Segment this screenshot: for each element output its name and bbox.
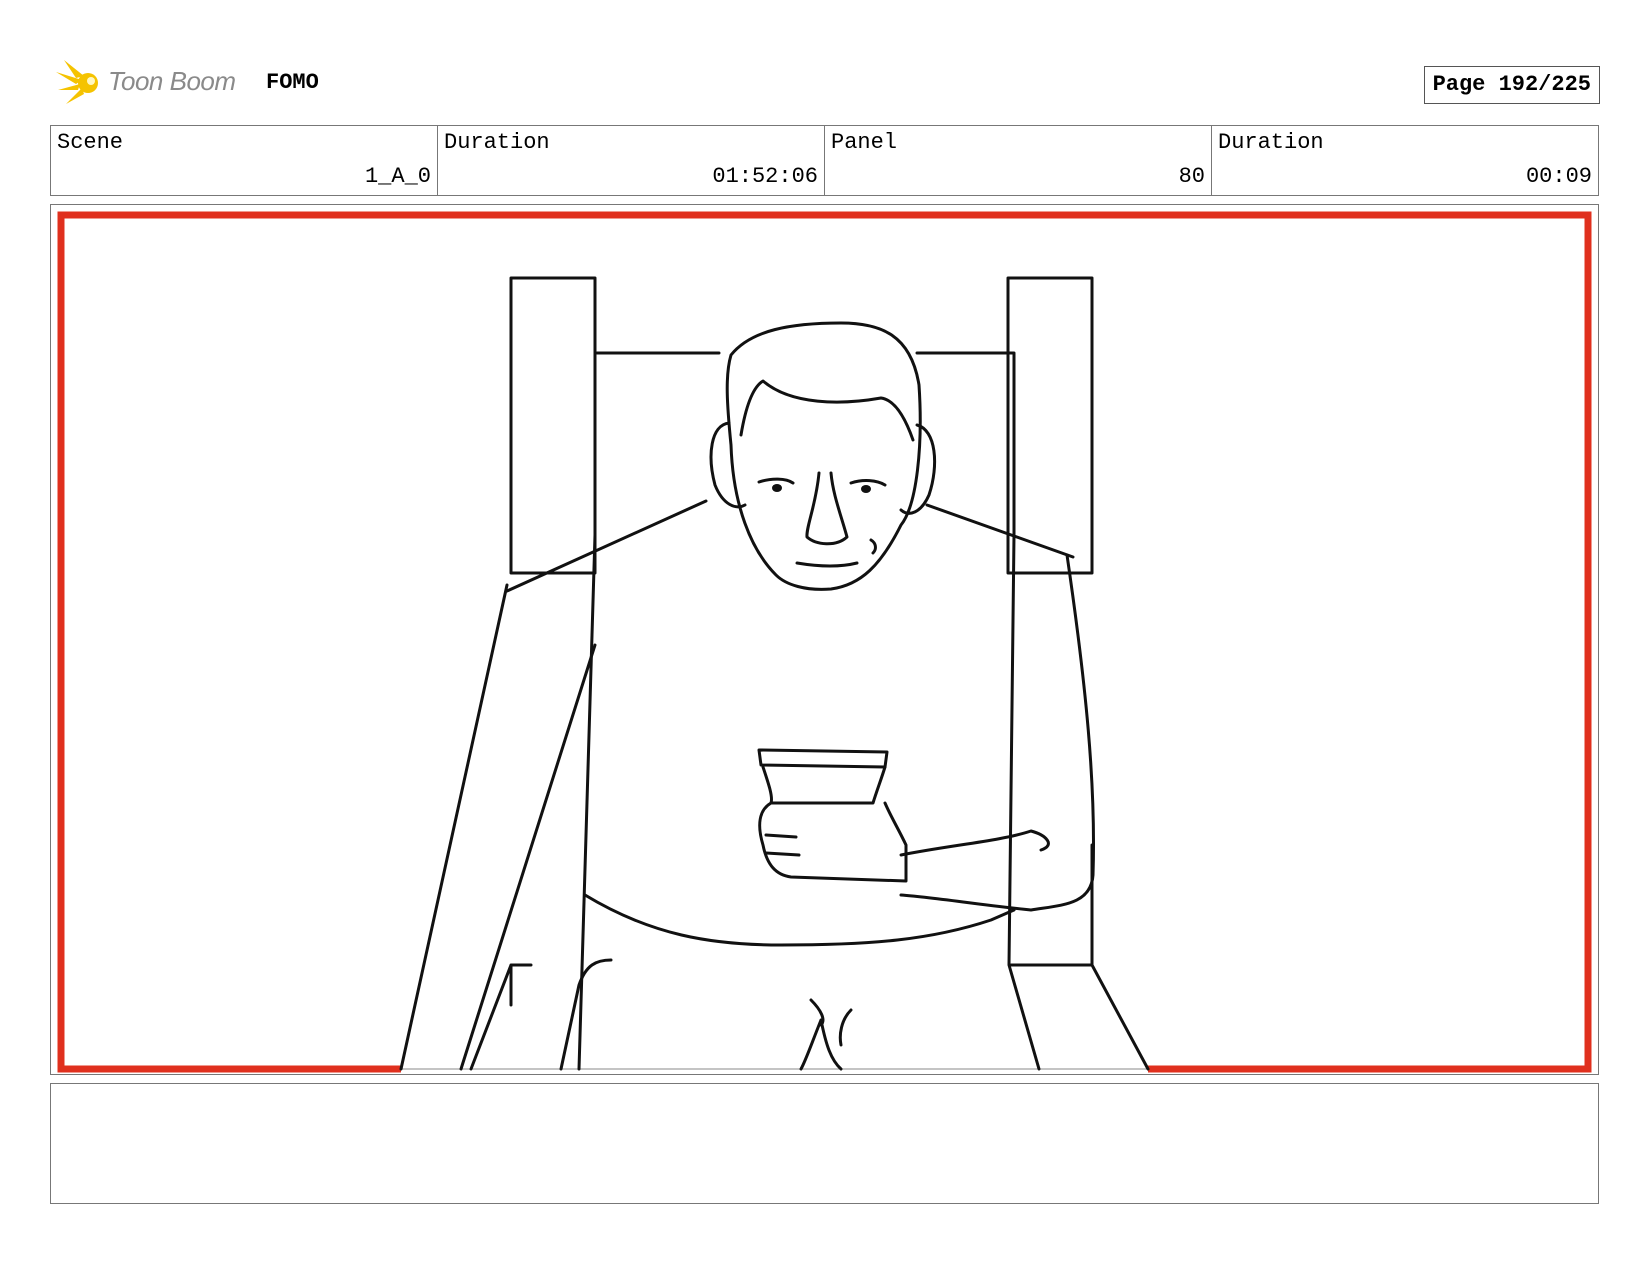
panel-info-table: Scene 1_A_0 Duration 01:52:06 Panel 80 D… (50, 125, 1599, 196)
chair-back (595, 351, 1016, 537)
arm-left-outer (399, 583, 509, 1071)
hair-line (739, 379, 915, 442)
panel-notes-box (50, 1083, 1599, 1204)
storyboard-panel (50, 204, 1599, 1075)
head (725, 321, 922, 591)
panel-drawing (57, 211, 1592, 1073)
eyebrow-left (757, 477, 795, 485)
chair-seat-right (1009, 843, 1150, 1071)
scene-duration-value: 01:52:06 (712, 164, 818, 189)
scene-label: Scene (57, 130, 124, 155)
scene-cell: Scene 1_A_0 (51, 126, 438, 195)
project-title: FOMO (266, 70, 319, 95)
shoulder-left (505, 499, 708, 593)
chair-post-left (509, 276, 597, 575)
panel-duration-value: 00:09 (1525, 164, 1592, 189)
scene-duration-cell: Duration 01:52:06 (438, 126, 825, 195)
brand-name: Toon Boom (108, 66, 236, 96)
torso-left (577, 533, 597, 1071)
eye-left (772, 484, 782, 492)
hand (758, 801, 908, 883)
panel-duration-label: Duration (1218, 130, 1324, 155)
cheek (869, 538, 877, 555)
fingers (764, 833, 801, 857)
scene-value: 1_A_0 (364, 164, 431, 189)
eyebrow-right (849, 479, 887, 487)
shoulder-right (925, 503, 1075, 559)
chair-post-right (1006, 276, 1094, 575)
forearm-right (899, 829, 1050, 857)
panel-cell: Panel 80 (825, 126, 1212, 195)
scene-duration-label: Duration (444, 130, 550, 155)
eyes (772, 484, 871, 493)
cup-rim (757, 748, 889, 769)
leg-left (559, 958, 613, 1071)
chair-seat-left (469, 963, 533, 1071)
page-number: Page 192/225 (1423, 66, 1600, 104)
eye-right (861, 485, 871, 493)
page-header: Toon Boom FOMO Page 192/225 (50, 52, 1600, 112)
panel-value: 80 (1178, 164, 1205, 189)
cup-body (761, 765, 887, 805)
nose (805, 471, 849, 546)
leg-middle (799, 998, 853, 1071)
panel-duration-cell: Duration 00:09 (1212, 126, 1598, 195)
waist (583, 893, 1016, 947)
arm-right (899, 553, 1096, 912)
toon-boom-logo-icon (56, 60, 98, 104)
mouth (795, 561, 859, 568)
safe-frame-border (57, 211, 1592, 1073)
panel-label: Panel (831, 130, 898, 155)
torso-right (1007, 533, 1041, 1071)
